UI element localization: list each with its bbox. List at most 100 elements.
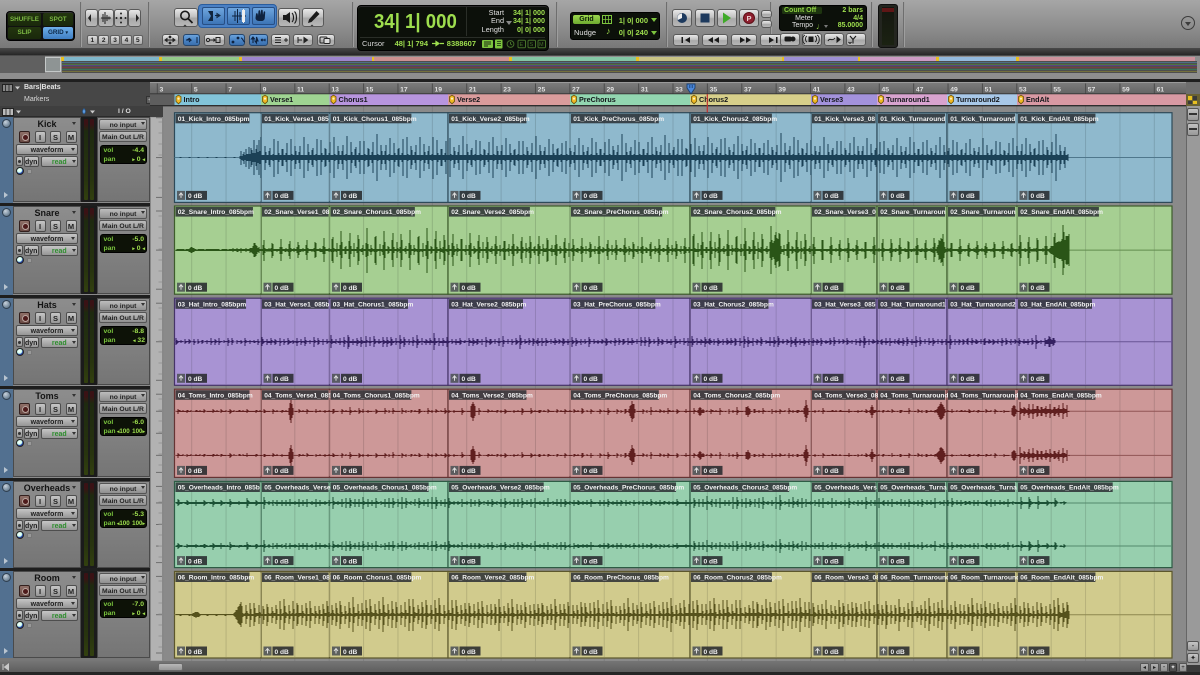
svg-text:0 dB: 0 dB: [961, 649, 976, 656]
svg-text:61: 61: [1157, 86, 1165, 93]
svg-text:0 dB: 0 dB: [584, 558, 599, 565]
svg-text:01_Kick_Verse2_085bpm: 01_Kick_Verse2_085bpm: [451, 116, 530, 123]
svg-text:04_Toms_Intro_085bpm: 04_Toms_Intro_085bpm: [178, 392, 253, 399]
svg-text:04_Toms_Turnaround: 04_Toms_Turnaround: [950, 392, 1018, 399]
svg-text:39: 39: [778, 86, 786, 93]
svg-text:49: 49: [950, 86, 958, 93]
svg-text:0 dB: 0 dB: [891, 285, 906, 292]
svg-text:06_Room_Turnaround: 06_Room_Turnaround: [950, 575, 1020, 582]
svg-text:17: 17: [400, 86, 408, 93]
svg-text:0 dB: 0 dB: [704, 558, 719, 565]
svg-text:0 dB: 0 dB: [188, 558, 203, 565]
svg-text:0 dB: 0 dB: [462, 649, 477, 656]
svg-text:13: 13: [331, 86, 339, 93]
svg-text:0 dB: 0 dB: [1031, 376, 1046, 383]
svg-text:02_Snare_Chorus2_085bpm: 02_Snare_Chorus2_085bpm: [693, 209, 781, 216]
svg-text:05_Overheads_Chorus1_085bpm: 05_Overheads_Chorus1_085bpm: [333, 485, 437, 492]
svg-text:03_Hat_Chorus2_085bpm: 03_Hat_Chorus2_085bpm: [693, 301, 774, 308]
svg-text:01_Kick_PreChorus_085bpm: 01_Kick_PreChorus_085bpm: [573, 116, 664, 123]
svg-text:06_Room_Chorus1_085bpm: 06_Room_Chorus1_085bpm: [333, 575, 422, 582]
svg-text:Intro: Intro: [184, 95, 201, 104]
svg-text:33: 33: [675, 86, 683, 93]
svg-text:0 dB: 0 dB: [825, 468, 840, 475]
svg-text:0 dB: 0 dB: [825, 649, 840, 656]
svg-text:Verse3: Verse3: [820, 95, 843, 104]
svg-text:EndAlt: EndAlt: [1026, 95, 1050, 104]
svg-text:51: 51: [985, 86, 993, 93]
svg-text:0 dB: 0 dB: [462, 376, 477, 383]
svg-text:05_Overheads_Verse2_085bpm: 05_Overheads_Verse2_085bpm: [451, 485, 550, 492]
svg-text:05_Overheads_Intro_085b: 05_Overheads_Intro_085b: [178, 485, 260, 492]
svg-text:0 dB: 0 dB: [825, 285, 840, 292]
svg-text:02_Snare_Turnaroun: 02_Snare_Turnaroun: [880, 209, 945, 216]
svg-text:06_Room_Verse1_085: 06_Room_Verse1_085: [264, 575, 334, 582]
svg-text:21: 21: [469, 86, 477, 93]
svg-text:03_Hat_Turnaround2: 03_Hat_Turnaround2: [950, 301, 1016, 308]
svg-text:0 dB: 0 dB: [275, 376, 290, 383]
svg-text:55: 55: [1053, 86, 1061, 93]
svg-text:23: 23: [503, 86, 511, 93]
svg-text:02_Snare_PreChorus_085bpm: 02_Snare_PreChorus_085bpm: [573, 209, 668, 216]
svg-text:01_Kick_Verse3_08: 01_Kick_Verse3_08: [814, 116, 875, 123]
svg-text:04_Toms_EndAlt_085bpm: 04_Toms_EndAlt_085bpm: [1020, 392, 1102, 399]
svg-text:03_Hat_EndAlt_085bpm: 03_Hat_EndAlt_085bpm: [1020, 301, 1095, 308]
svg-text:02_Snare_Turnaroun: 02_Snare_Turnaroun: [950, 209, 1015, 216]
svg-text:06_Room_Verse2_085bpm: 06_Room_Verse2_085bpm: [451, 575, 534, 582]
svg-text:0 dB: 0 dB: [891, 558, 906, 565]
svg-text:0 dB: 0 dB: [1031, 193, 1046, 200]
svg-text:03_Hat_PreChorus_085bpm: 03_Hat_PreChorus_085bpm: [573, 301, 661, 308]
svg-text:PreChorus: PreChorus: [579, 95, 616, 104]
svg-text:27: 27: [572, 86, 580, 93]
svg-text:11: 11: [297, 86, 304, 93]
svg-text:0 dB: 0 dB: [961, 193, 976, 200]
svg-text:02_Snare_Verse2_085bpm: 02_Snare_Verse2_085bpm: [451, 209, 534, 216]
svg-text:02_Snare_Verse3_0: 02_Snare_Verse3_0: [814, 209, 876, 216]
svg-text:0 dB: 0 dB: [584, 649, 599, 656]
svg-text:0 dB: 0 dB: [343, 649, 358, 656]
svg-text:02_Snare_Verse1_08: 02_Snare_Verse1_08: [264, 209, 330, 216]
svg-text:01_Kick_EndAlt_085bpm: 01_Kick_EndAlt_085bpm: [1020, 116, 1099, 123]
svg-text:06_Room_Verse3_08: 06_Room_Verse3_08: [814, 575, 880, 582]
svg-text:04_Toms_PreChorus_085bpm: 04_Toms_PreChorus_085bpm: [573, 392, 667, 399]
svg-text:Turnaround2: Turnaround2: [956, 95, 1000, 104]
svg-text:0 dB: 0 dB: [825, 558, 840, 565]
svg-text:01_Kick_Turnaround: 01_Kick_Turnaround: [950, 116, 1015, 123]
svg-text:04_Toms_Verse1_085: 04_Toms_Verse1_085: [264, 392, 332, 399]
svg-text:35: 35: [710, 86, 718, 93]
svg-text:25: 25: [538, 86, 546, 93]
svg-text:43: 43: [847, 86, 855, 93]
svg-text:03_Hat_Intro_085bpm: 03_Hat_Intro_085bpm: [178, 301, 247, 308]
svg-text:06_Room_Intro_085bpm: 06_Room_Intro_085bpm: [178, 575, 255, 582]
svg-text:0 dB: 0 dB: [188, 468, 203, 475]
svg-text:41: 41: [813, 86, 821, 93]
svg-text:Chorus1: Chorus1: [339, 95, 368, 104]
svg-text:04_Toms_Verse3_08: 04_Toms_Verse3_08: [814, 392, 878, 399]
svg-text:0 dB: 0 dB: [961, 376, 976, 383]
svg-text:0 dB: 0 dB: [343, 558, 358, 565]
svg-text:0 dB: 0 dB: [275, 193, 290, 200]
svg-text:45: 45: [881, 86, 889, 93]
svg-text:06_Room_EndAlt_085bpm: 06_Room_EndAlt_085bpm: [1020, 575, 1103, 582]
svg-text:0 dB: 0 dB: [825, 193, 840, 200]
svg-text:0 dB: 0 dB: [825, 376, 840, 383]
svg-text:37: 37: [744, 86, 752, 93]
svg-text:0 dB: 0 dB: [704, 285, 719, 292]
svg-text:3: 3: [160, 86, 164, 93]
svg-text:M: M: [539, 42, 544, 48]
svg-text:0 dB: 0 dB: [343, 193, 358, 200]
svg-text:06_Room_Chorus2_085bpm: 06_Room_Chorus2_085bpm: [693, 575, 782, 582]
svg-text:59: 59: [1122, 86, 1130, 93]
svg-text:05_Overheads_EndAlt_085bpm: 05_Overheads_EndAlt_085bpm: [1020, 485, 1119, 492]
svg-text:0 dB: 0 dB: [1031, 285, 1046, 292]
svg-text:Chorus2: Chorus2: [699, 95, 728, 104]
svg-text:Turnaround1: Turnaround1: [886, 95, 930, 104]
svg-text:0 dB: 0 dB: [584, 468, 599, 475]
svg-text:05_Overheads_Turna: 05_Overheads_Turna: [880, 485, 947, 492]
svg-text:02_Snare_Chorus1_085bpm: 02_Snare_Chorus1_085bpm: [333, 209, 421, 216]
svg-text:0 dB: 0 dB: [891, 193, 906, 200]
svg-text:04_Toms_Chorus1_085bpm: 04_Toms_Chorus1_085bpm: [333, 392, 420, 399]
svg-text:04_Toms_Chorus2_085bpm: 04_Toms_Chorus2_085bpm: [693, 392, 780, 399]
svg-text:57: 57: [1088, 86, 1096, 93]
svg-text:01_Kick_Chorus2_085bpm: 01_Kick_Chorus2_085bpm: [693, 116, 777, 123]
svg-text:0 dB: 0 dB: [462, 558, 477, 565]
